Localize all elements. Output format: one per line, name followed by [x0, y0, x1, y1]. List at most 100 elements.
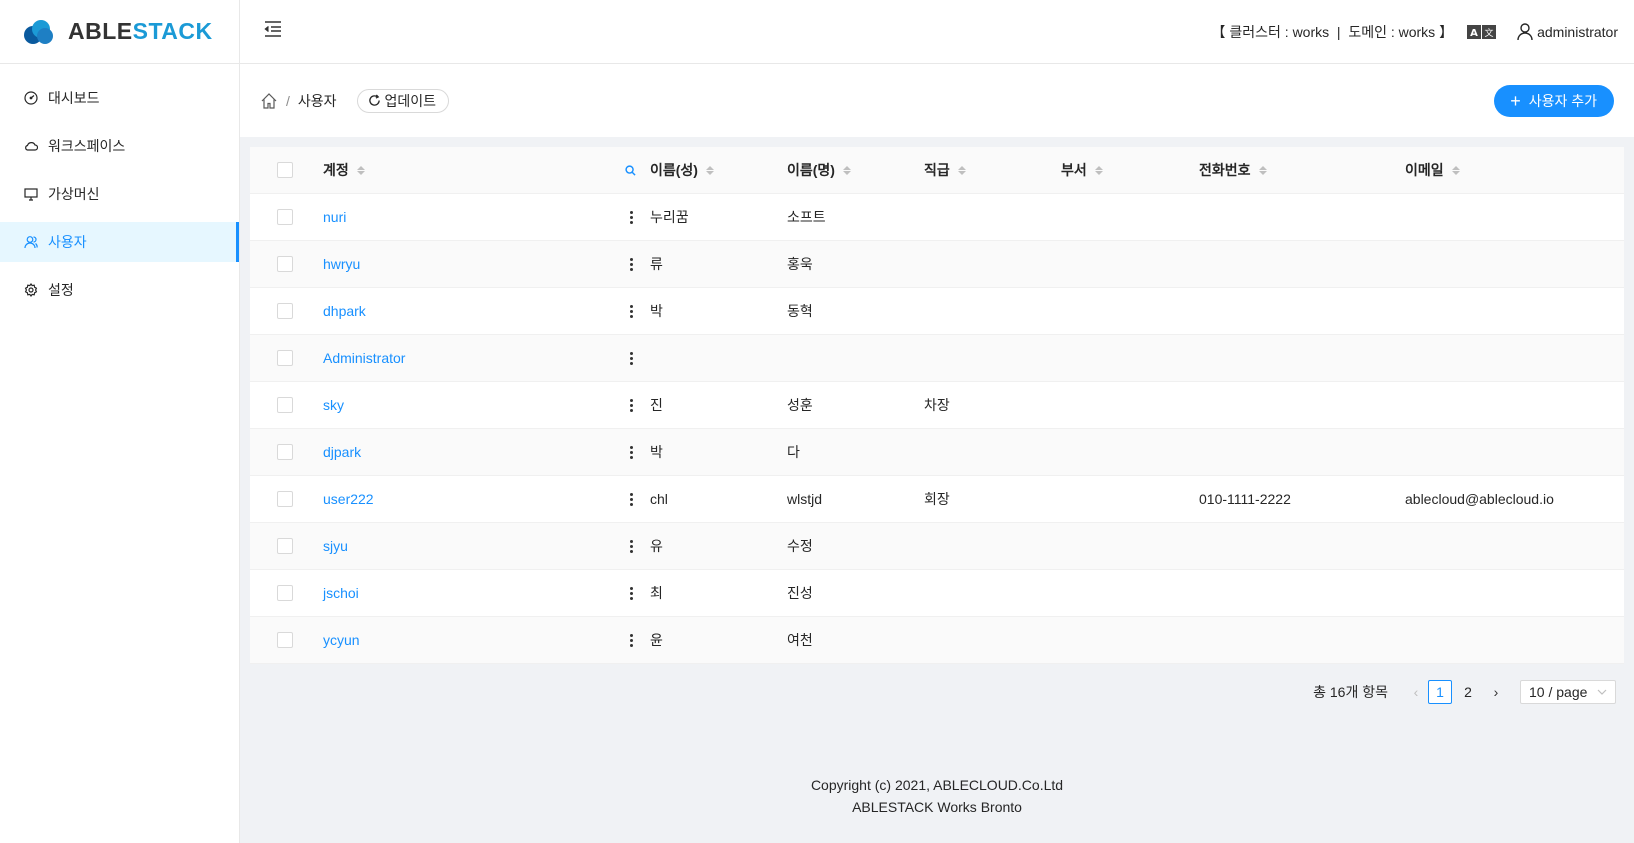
sort-icon[interactable]: [705, 165, 714, 175]
cell-last-name: 류: [650, 256, 663, 272]
row-checkbox[interactable]: [277, 256, 293, 272]
more-actions-icon[interactable]: [626, 398, 636, 412]
column-label: 이메일: [1405, 162, 1444, 178]
table-row[interactable]: sky 진 성훈 차장: [250, 382, 1624, 429]
page-2-button[interactable]: 2: [1456, 680, 1480, 704]
sort-icon[interactable]: [957, 165, 966, 175]
cell-last-name: 유: [650, 538, 663, 554]
account-link[interactable]: hwryu: [323, 256, 360, 272]
cell-first-name: 성훈: [787, 397, 813, 413]
table-row[interactable]: Administrator: [250, 335, 1624, 382]
cell-last-name: 최: [650, 585, 663, 601]
cluster-domain-info: 【 클러스터 : works | 도메인 : works 】: [1211, 23, 1454, 40]
more-actions-icon[interactable]: [626, 351, 636, 365]
username: administrator: [1537, 23, 1618, 40]
column-label: 전화번호: [1199, 162, 1251, 178]
refresh-button[interactable]: 업데이트: [356, 88, 450, 113]
add-user-label: 사용자 추가: [1528, 92, 1597, 109]
sidebar-item-label: 가상머신: [48, 186, 100, 202]
account-link[interactable]: sky: [323, 397, 344, 413]
sidebar: ABLESTACK 대시보드 워크스페이스 가상머신 사용자 설정: [0, 0, 240, 843]
column-header-account[interactable]: 계정: [323, 160, 365, 180]
account-link[interactable]: ycyun: [323, 632, 360, 648]
prev-page-icon[interactable]: ‹: [1404, 680, 1428, 704]
copyright-text: Copyright (c) 2021, ABLECLOUD.Co.Ltd: [810, 777, 1064, 793]
logo[interactable]: ABLESTACK: [0, 0, 239, 64]
column-header-first-name[interactable]: 이름(명): [787, 160, 851, 180]
column-header-email[interactable]: 이메일: [1405, 160, 1460, 180]
page-size-select[interactable]: 10 / page: [1520, 680, 1616, 704]
column-header-phone[interactable]: 전화번호: [1199, 160, 1267, 180]
row-checkbox[interactable]: [277, 538, 293, 554]
table-row[interactable]: hwryu 류 홍욱: [250, 241, 1624, 288]
page-header: / 사용자 업데이트 + 사용자 추가: [240, 64, 1634, 137]
table-row[interactable]: dhpark 박 동혁: [250, 288, 1624, 335]
row-checkbox[interactable]: [277, 350, 293, 366]
gear-icon: [24, 283, 38, 297]
total-count: 총 16개 항목: [1313, 684, 1388, 700]
account-link[interactable]: dhpark: [323, 303, 366, 319]
table-row[interactable]: nuri 누리꿈 소프트: [250, 194, 1624, 241]
more-actions-icon[interactable]: [626, 210, 636, 224]
account-link[interactable]: djpark: [323, 444, 361, 460]
more-actions-icon[interactable]: [626, 586, 636, 600]
more-actions-icon[interactable]: [626, 492, 636, 506]
account-link[interactable]: jschoi: [323, 585, 359, 601]
dashboard-icon: [24, 91, 38, 105]
sort-icon[interactable]: [1451, 165, 1460, 175]
row-checkbox[interactable]: [277, 397, 293, 413]
column-header-rank[interactable]: 직급: [924, 160, 966, 180]
user-icon: [24, 235, 38, 249]
more-actions-icon[interactable]: [626, 633, 636, 647]
more-actions-icon[interactable]: [626, 445, 636, 459]
home-icon[interactable]: [260, 92, 278, 110]
chevron-down-icon: [1597, 689, 1607, 695]
sidebar-item-settings[interactable]: 설정: [0, 270, 239, 310]
add-user-button[interactable]: + 사용자 추가: [1494, 84, 1614, 117]
translate-icon[interactable]: A文: [1467, 24, 1497, 40]
sidebar-item-workspace[interactable]: 워크스페이스: [0, 126, 239, 166]
search-icon[interactable]: [625, 164, 636, 176]
row-checkbox[interactable]: [277, 632, 293, 648]
row-checkbox[interactable]: [277, 491, 293, 507]
sort-icon[interactable]: [1094, 165, 1103, 175]
more-actions-icon[interactable]: [626, 539, 636, 553]
cell-last-name: 누리꿈: [650, 209, 689, 225]
sort-icon[interactable]: [842, 165, 851, 175]
table-row[interactable]: ycyun 윤 여천: [250, 617, 1624, 664]
pagination: 총 16개 항목 ‹ 1 2 › 10 / page: [1313, 680, 1616, 704]
account-link[interactable]: nuri: [323, 209, 346, 225]
sidebar-item-label: 사용자: [48, 234, 87, 250]
more-actions-icon[interactable]: [626, 257, 636, 271]
page-1-button[interactable]: 1: [1428, 680, 1452, 704]
column-label: 직급: [924, 162, 950, 178]
column-header-last-name[interactable]: 이름(성): [650, 160, 714, 180]
row-checkbox[interactable]: [277, 303, 293, 319]
menu-fold-icon[interactable]: [264, 20, 286, 43]
sidebar-item-users[interactable]: 사용자: [0, 222, 239, 262]
sidebar-item-vm[interactable]: 가상머신: [0, 174, 239, 214]
table-row[interactable]: user222 chl wlstjd 회장 010-1111-2222 ablecloud…: [250, 476, 1624, 523]
column-header-dept[interactable]: 부서: [1061, 160, 1103, 180]
cell-first-name: wlstjd: [787, 491, 823, 507]
row-checkbox[interactable]: [277, 444, 293, 460]
account-link[interactable]: sjyu: [323, 538, 348, 554]
table-body: nuri 누리꿈 소프트 hwryu 류 홍욱 dhpark 박 동혁 Administrator…: [250, 194, 1624, 664]
account-link[interactable]: Administrator: [323, 350, 405, 366]
sidebar-item-dashboard[interactable]: 대시보드: [0, 78, 239, 118]
sort-icon[interactable]: [1258, 165, 1267, 175]
next-page-icon[interactable]: ›: [1484, 680, 1508, 704]
table-row[interactable]: jschoi 최 진성: [250, 570, 1624, 617]
table-row[interactable]: djpark 박 다: [250, 429, 1624, 476]
row-checkbox[interactable]: [277, 209, 293, 225]
row-checkbox[interactable]: [277, 585, 293, 601]
account-link[interactable]: user222: [323, 491, 374, 507]
sidebar-item-label: 설정: [48, 282, 74, 298]
more-actions-icon[interactable]: [626, 304, 636, 318]
table-row[interactable]: sjyu 유 수정: [250, 523, 1624, 570]
table-header-row: 계정 이름(성) 이름(명) 직급 부서 전화번호 이메일: [250, 147, 1624, 194]
select-all-checkbox[interactable]: [277, 162, 293, 178]
user-menu[interactable]: administrator: [1517, 22, 1618, 41]
page-size-value: 10 / page: [1529, 684, 1588, 700]
sort-icon[interactable]: [356, 165, 365, 175]
